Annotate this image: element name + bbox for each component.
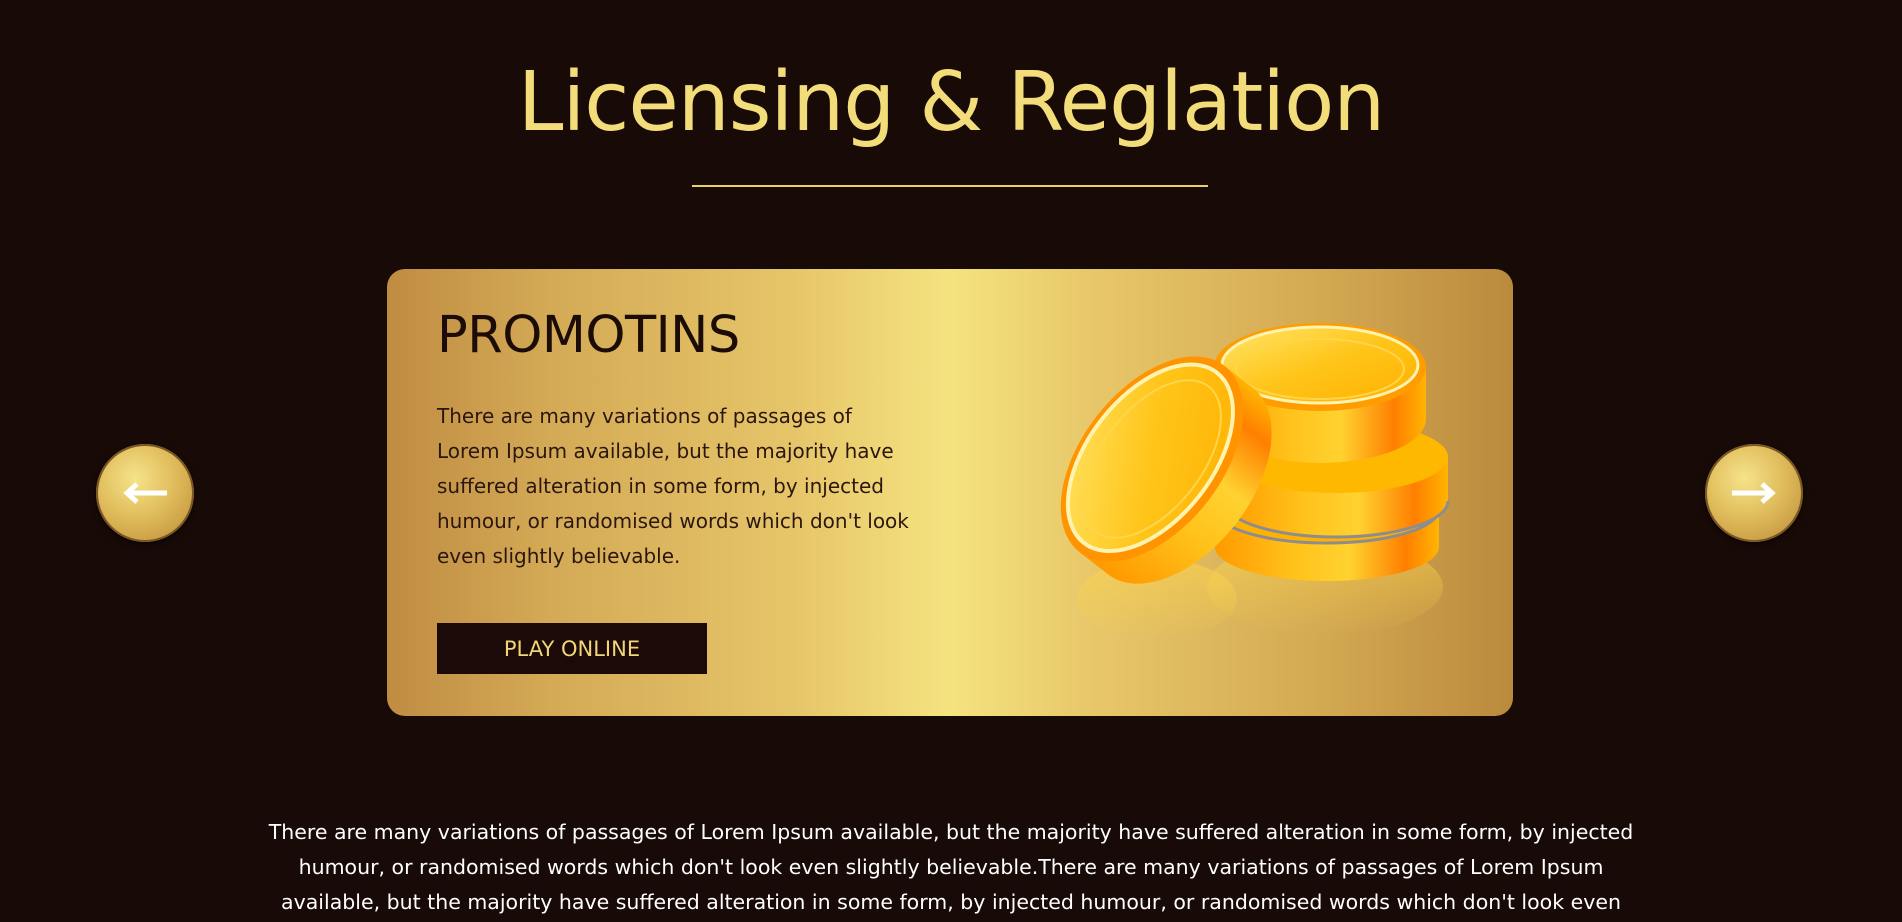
- arrow-right-icon: [1732, 482, 1776, 504]
- promo-description: There are many variations of passages of…: [437, 404, 909, 568]
- gold-coins-image: [1060, 323, 1450, 639]
- promo-card: PROMOTINS There are many variations of p…: [387, 269, 1513, 716]
- page: Licensing & Reglation PROMOTINS There ar…: [0, 0, 1902, 922]
- promo-heading: PROMOTINS: [437, 306, 740, 365]
- title-divider: [692, 185, 1208, 187]
- carousel-next-button[interactable]: [1705, 444, 1803, 542]
- section-title: Licensing & Reglation: [517, 55, 1385, 150]
- footer-description: There are many variations of passages of…: [268, 820, 1634, 914]
- carousel-prev-button[interactable]: [96, 444, 194, 542]
- play-online-button[interactable]: PLAY ONLINE: [437, 623, 707, 674]
- arrow-left-icon: [123, 482, 167, 504]
